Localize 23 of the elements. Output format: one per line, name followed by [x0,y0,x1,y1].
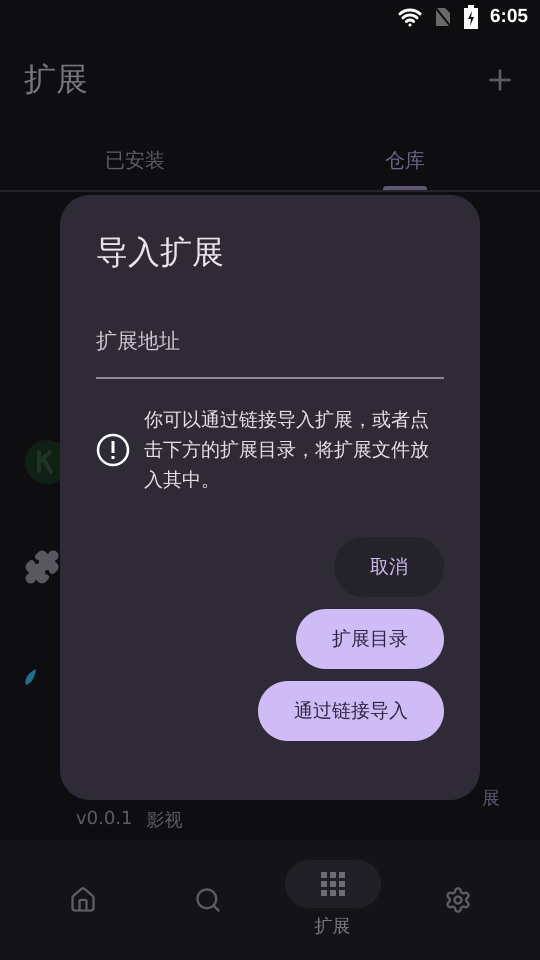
version-label: v0.0.1 [76,808,132,831]
search-icon [194,886,222,914]
info-text: 你可以通过链接导入扩展，或者点击下方的扩展目录，将扩展文件放入其中。 [144,408,430,493]
url-field[interactable]: 扩展地址 [96,323,444,379]
page-title: 扩展 [24,59,88,100]
dialog-button[interactable]: 通过链接导入 [258,681,444,741]
action-link[interactable]: 展 [482,782,500,810]
tab[interactable]: 仓库 [270,126,540,190]
dialog-button[interactable]: 取消 [334,537,444,597]
info-icon [96,433,130,467]
status-time: 6:05 [490,6,528,28]
battery-icon [464,5,478,29]
grid-icon [320,871,346,897]
dialog-button[interactable]: 扩展目录 [296,609,444,669]
category-label: 影视 [146,809,182,832]
nav-item[interactable]: 扩展 [282,860,382,960]
no-sim-icon [434,6,452,28]
tab[interactable]: 已安装 [0,126,270,190]
settings-icon [444,886,472,914]
puzzle-icon [24,549,60,585]
dialog-title: 导入扩展 [96,232,225,273]
home-icon [68,886,96,914]
leaf-logo-icon [24,669,36,685]
